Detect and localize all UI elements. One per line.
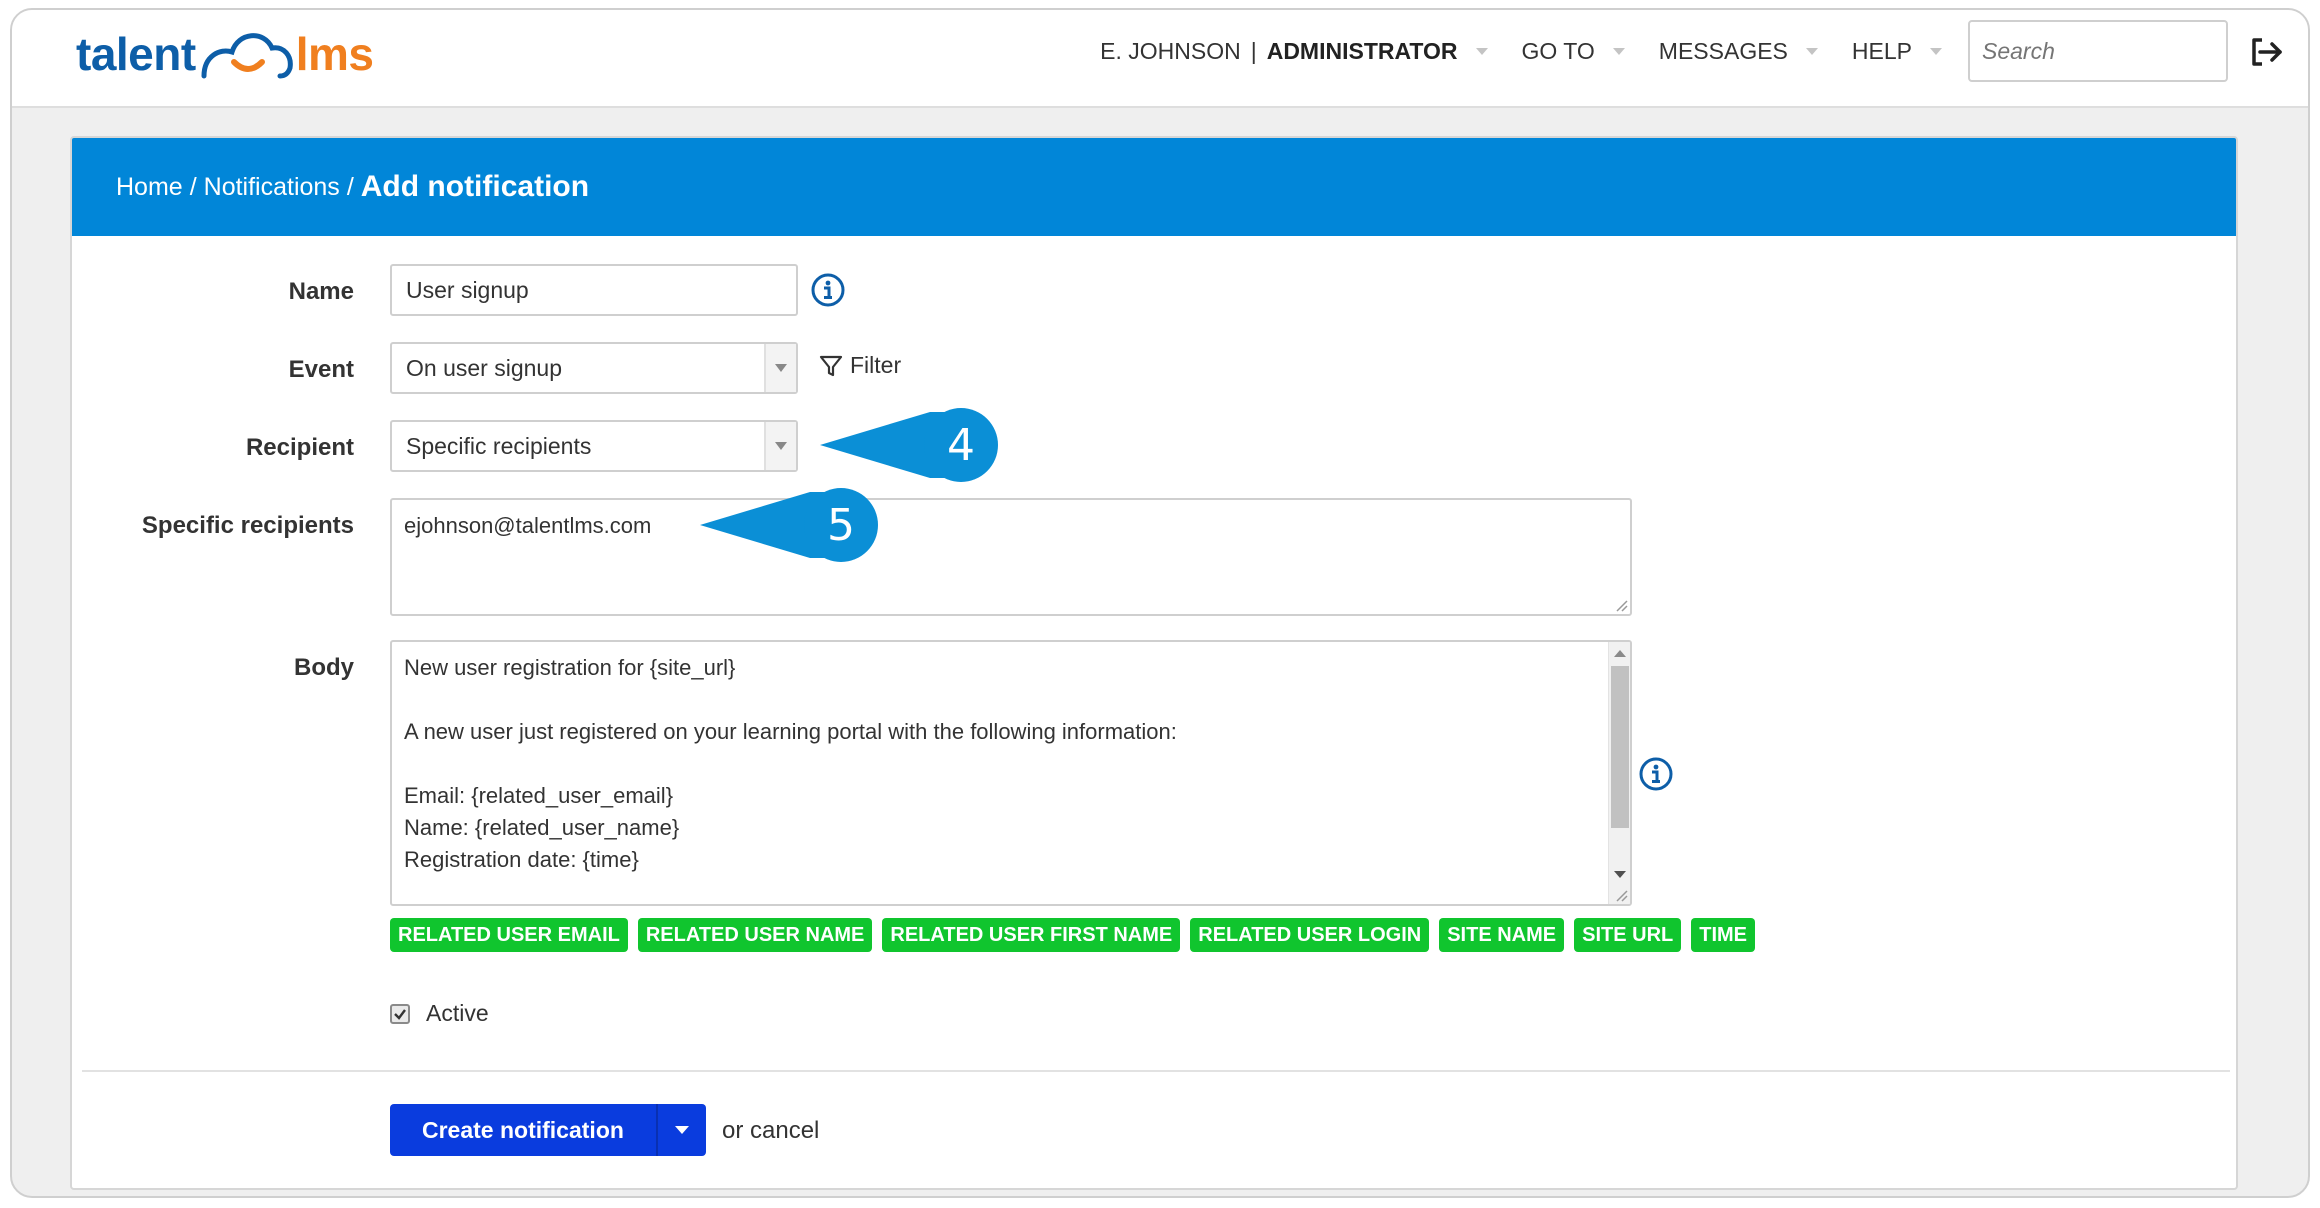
specific-recipients-textarea[interactable]: ejohnson@talentlms.com <box>390 498 1632 616</box>
event-select-value: On user signup <box>406 354 562 381</box>
logo-cloud-icon <box>201 33 293 79</box>
recipient-select-value: Specific recipients <box>406 432 592 459</box>
body-text: New user registration for {site_url} A n… <box>404 655 1177 872</box>
user-menu[interactable]: E. JOHNSON | ADMINISTRATOR <box>1100 38 1521 65</box>
chevron-down-icon <box>1612 47 1625 55</box>
event-label: Event <box>288 356 354 383</box>
tag-related-user-name[interactable]: Related user name <box>637 918 873 952</box>
app-window: talent lms E. JOHNSON | ADMINISTRATOR GO… <box>10 8 2310 1198</box>
chevron-down-icon <box>764 422 796 470</box>
name-input[interactable]: User signup <box>390 264 798 316</box>
user-role: ADMINISTRATOR <box>1266 37 1458 64</box>
form-divider <box>82 1070 2230 1072</box>
info-icon[interactable] <box>810 272 846 308</box>
top-navbar: talent lms E. JOHNSON | ADMINISTRATOR GO… <box>12 10 2308 108</box>
checkmark-icon <box>394 1008 406 1020</box>
scroll-thumb[interactable] <box>1611 666 1629 828</box>
chevron-down-icon <box>764 344 796 392</box>
chevron-down-icon <box>1930 47 1942 55</box>
scroll-up-icon[interactable] <box>1614 650 1626 657</box>
tag-related-user-first-name[interactable]: Related user first name <box>882 918 1181 952</box>
nav-help-label: HELP <box>1851 37 1912 64</box>
page-title: Add notification <box>360 170 590 203</box>
smart-tags: Related user email Related user name Rel… <box>390 918 1756 952</box>
tag-site-name[interactable]: Site name <box>1439 918 1565 952</box>
callout-5: 5 <box>700 486 880 564</box>
breadcrumb: Home / Notifications / Add notification <box>72 138 2236 236</box>
breadcrumb-separator: / <box>346 172 354 201</box>
logout-icon[interactable] <box>2246 32 2286 72</box>
breadcrumb-notifications[interactable]: Notifications <box>204 173 340 202</box>
create-notification-button-group: Create notification <box>390 1104 706 1156</box>
talentlms-logo[interactable]: talent lms <box>76 24 374 84</box>
nav-goto-label: GO TO <box>1521 37 1595 64</box>
nav-messages[interactable]: MESSAGES <box>1659 38 1852 65</box>
user-name: E. JOHNSON <box>1100 37 1241 64</box>
chevron-down-icon <box>1805 47 1818 55</box>
notification-panel: Home / Notifications / Add notification … <box>70 136 2238 1190</box>
nav-messages-label: MESSAGES <box>1658 37 1788 64</box>
search-input[interactable] <box>1968 20 2228 82</box>
event-select[interactable]: On user signup <box>390 342 798 394</box>
active-label: Active <box>426 1000 489 1026</box>
callout-4: 4 <box>820 406 1000 484</box>
top-nav: E. JOHNSON | ADMINISTRATOR GO TO MESSAGE… <box>1100 20 2228 82</box>
body-scrollbar[interactable] <box>1608 642 1630 904</box>
chevron-down-icon <box>1475 47 1488 55</box>
name-input-value: User signup <box>406 276 529 303</box>
tag-time[interactable]: Time <box>1691 918 1756 952</box>
logo-text-talent: talent <box>76 28 196 80</box>
cancel-link[interactable]: or cancel <box>722 1117 819 1145</box>
body-label: Body <box>294 654 354 681</box>
breadcrumb-home[interactable]: Home <box>116 173 183 202</box>
specific-recipients-value: ejohnson@talentlms.com <box>404 513 652 538</box>
callout-number: 4 <box>947 419 975 471</box>
filter-icon <box>819 355 843 376</box>
name-label: Name <box>288 278 354 305</box>
resize-handle-icon[interactable] <box>1614 598 1628 612</box>
tag-site-url[interactable]: Site url <box>1574 918 1682 952</box>
filter-label: Filter <box>850 352 902 378</box>
filter-button[interactable]: Filter <box>818 352 901 379</box>
recipient-select[interactable]: Specific recipients <box>390 420 798 472</box>
active-row: Active <box>390 1000 489 1027</box>
nav-help[interactable]: HELP <box>1852 38 1976 65</box>
nav-goto[interactable]: GO TO <box>1522 38 1659 65</box>
scroll-down-icon[interactable] <box>1614 871 1626 878</box>
active-checkbox[interactable] <box>390 1003 410 1024</box>
resize-handle-icon[interactable] <box>1614 888 1628 902</box>
logo-text-lms: lms <box>295 28 374 80</box>
specific-recipients-label: Specific recipients <box>141 512 354 539</box>
tag-related-user-email[interactable]: Related user email <box>390 918 628 952</box>
create-notification-button[interactable]: Create notification <box>390 1104 656 1156</box>
callout-number: 5 <box>827 499 855 551</box>
recipient-label: Recipient <box>245 434 354 461</box>
body-textarea[interactable]: New user registration for {site_url} A n… <box>390 640 1632 906</box>
user-role-separator: | <box>1250 37 1257 64</box>
info-icon[interactable] <box>1638 756 1674 792</box>
create-options-dropdown[interactable] <box>655 1104 706 1156</box>
breadcrumb-separator: / <box>189 172 197 201</box>
tag-related-user-login[interactable]: Related user login <box>1190 918 1430 952</box>
